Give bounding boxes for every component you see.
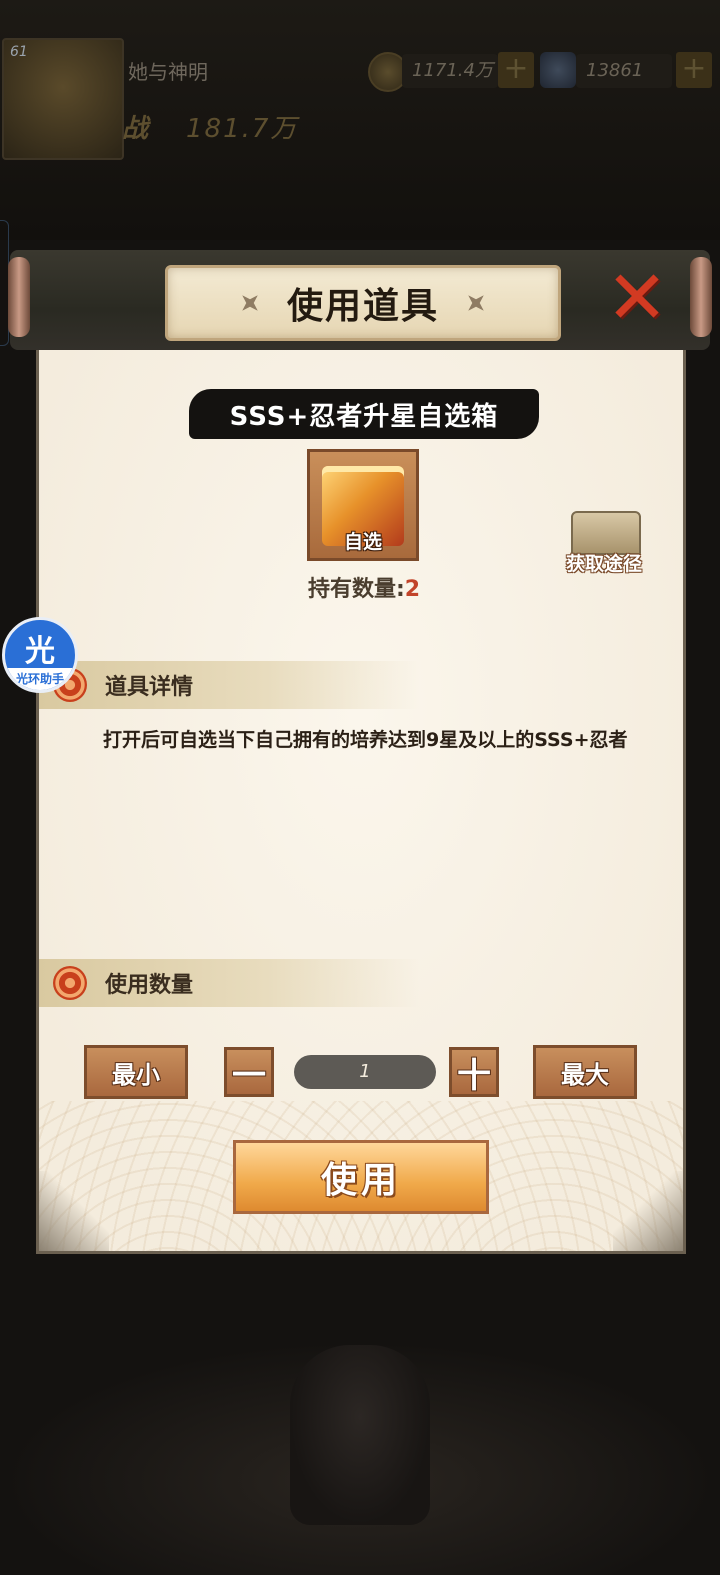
close-icon: ✕	[605, 255, 668, 341]
title-plaque: 使用道具	[165, 265, 561, 341]
item-icon-frame[interactable]: 自选	[307, 449, 419, 561]
owned-label: 持有数量:	[307, 577, 405, 602]
add-gems-button[interactable]: +	[676, 52, 712, 88]
quantity-section-header: 使用数量	[39, 959, 419, 1007]
player-name: 她与神明	[128, 60, 208, 84]
item-tag: 自选	[343, 531, 382, 553]
shuriken-icon	[460, 287, 491, 318]
dialog-paper: SSS+忍者升星自选箱 自选 持有数量:2 获取途径 道具详情 打开后可自选当下…	[36, 349, 686, 1254]
player-avatar[interactable]: 61	[2, 38, 124, 160]
item-description: 打开后可自选当下自己拥有的培养达到9星及以上的SSS+忍者	[103, 729, 628, 751]
details-header: 道具详情	[105, 675, 194, 700]
scroll-rod-right	[690, 257, 712, 337]
shuriken-icon	[234, 287, 265, 318]
close-button[interactable]: ✕	[602, 255, 672, 341]
power-label: 战	[122, 114, 149, 144]
dialog-title: 使用道具	[286, 285, 439, 327]
quantity-input[interactable]: 1	[294, 1055, 436, 1089]
min-button[interactable]: 最小	[84, 1045, 188, 1099]
corner-fold-left	[39, 1171, 109, 1251]
owned-quantity: 持有数量:2	[239, 571, 489, 603]
use-item-dialog: SSS+忍者升星自选箱 自选 持有数量:2 获取途径 道具详情 打开后可自选当下…	[8, 245, 712, 1260]
gem-amount: 13861	[576, 54, 672, 88]
corner-fold-right	[613, 1171, 683, 1251]
decrease-button[interactable]: 一	[224, 1047, 274, 1097]
get-source-label: 获取途径	[565, 553, 642, 575]
helper-label: 光环助手	[5, 668, 75, 690]
scroll-rod-left	[8, 257, 30, 337]
quantity-header: 使用数量	[105, 973, 194, 998]
max-button[interactable]: 最大	[533, 1045, 637, 1099]
details-section-header: 道具详情	[39, 661, 419, 709]
power-value: 181.7万	[186, 114, 299, 144]
use-button[interactable]: 使用	[233, 1140, 489, 1214]
owned-count: 2	[404, 577, 421, 602]
add-coins-button[interactable]: +	[498, 52, 534, 88]
swirl-icon	[53, 966, 87, 1000]
floating-helper-button[interactable]: 光 光环助手	[2, 617, 78, 693]
gem-icon	[540, 52, 576, 88]
player-level: 61	[10, 44, 28, 60]
character-silhouette	[290, 1345, 430, 1525]
item-name-banner: SSS+忍者升星自选箱	[189, 389, 539, 439]
coin-amount: 1171.4万	[402, 54, 498, 88]
item-name: SSS+忍者升星自选箱	[229, 401, 499, 432]
helper-icon: 光	[25, 634, 55, 669]
get-source-button[interactable]: 获取途径	[559, 511, 649, 581]
increase-button[interactable]: 十	[449, 1047, 499, 1097]
